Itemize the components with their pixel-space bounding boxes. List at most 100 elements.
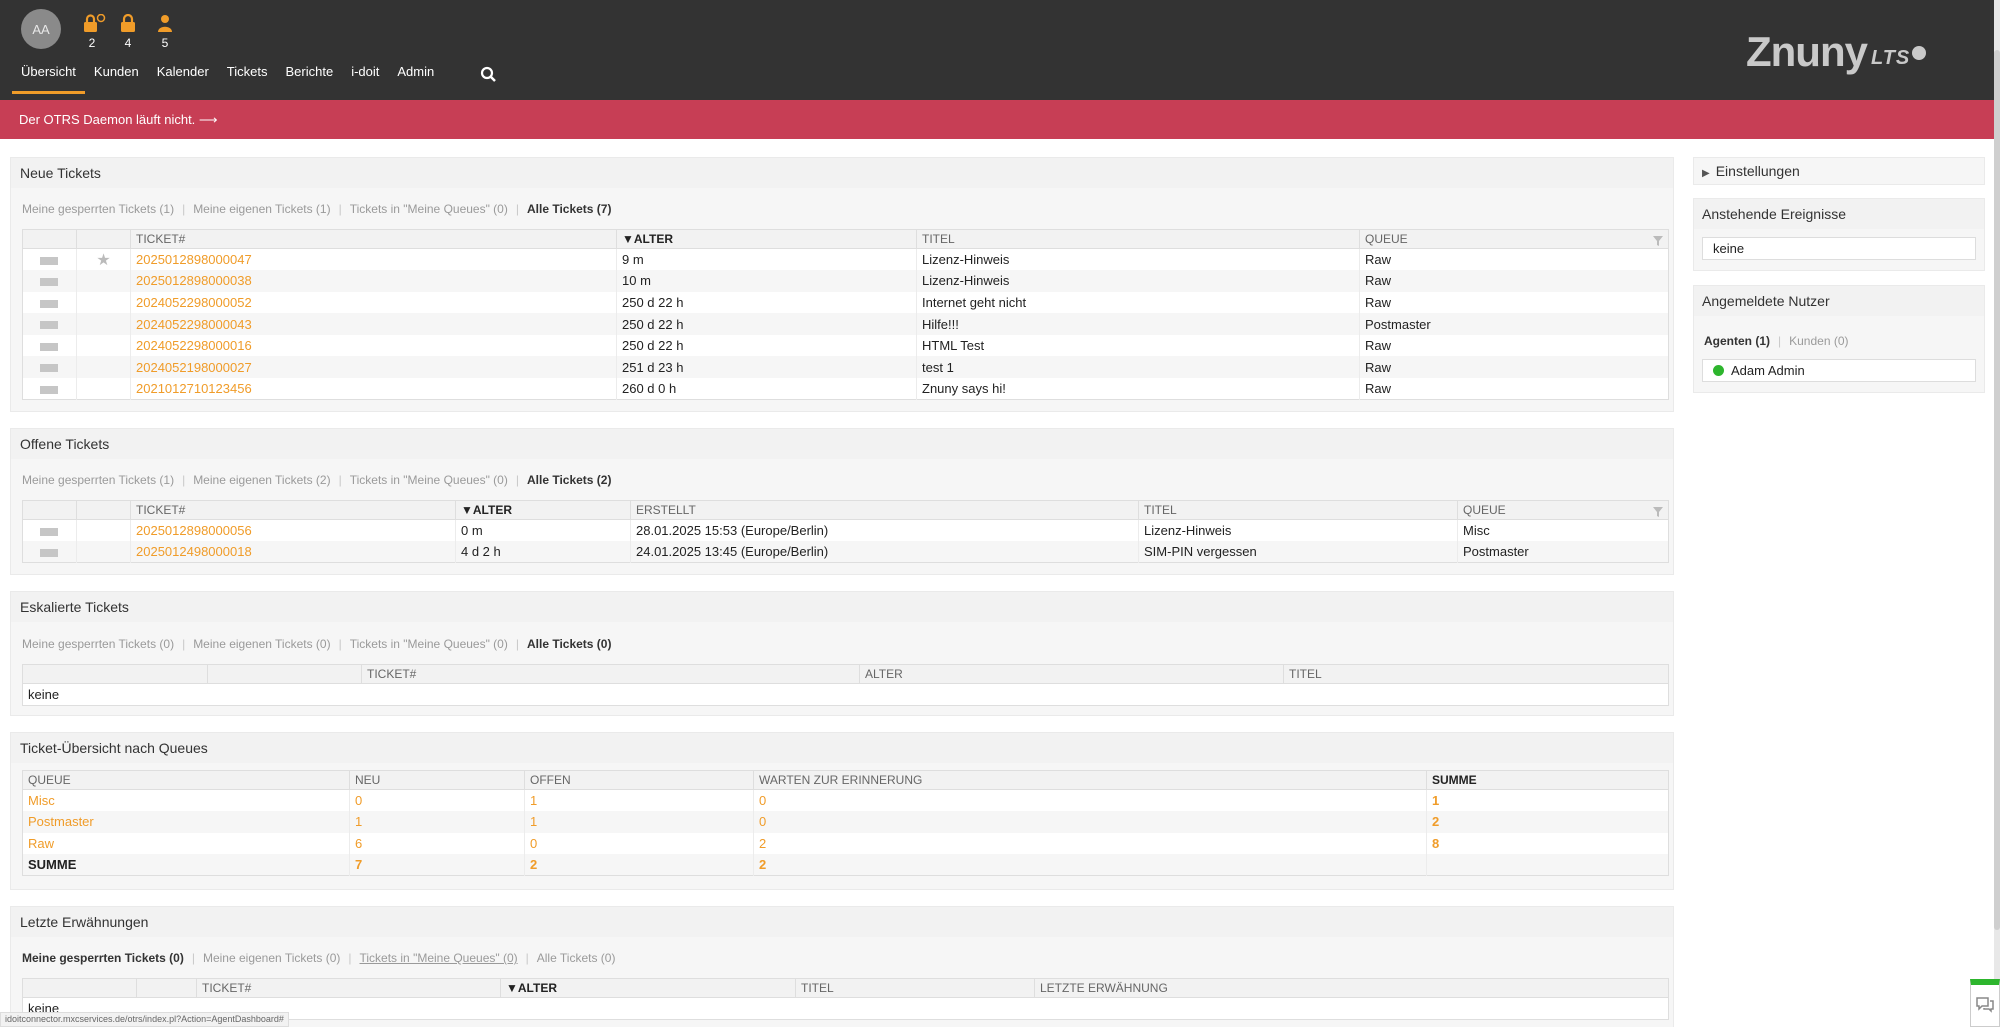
ticket-number-link[interactable]: 2025012498000018 — [130, 541, 456, 563]
table-row[interactable]: 2021012710123456 260 d 0 h Znuny says hi… — [23, 378, 1669, 400]
nav-tickets[interactable]: Tickets — [218, 64, 277, 94]
filter-my-queues[interactable]: Tickets in "Meine Queues" (0) — [350, 202, 508, 216]
locked-tickets-new-button[interactable]: 2 — [82, 14, 106, 50]
filter-icon[interactable] — [1653, 507, 1663, 517]
queue-pending-link[interactable]: 2 — [753, 832, 1427, 855]
col-ticket[interactable]: TICKET# — [361, 664, 860, 684]
online-status-icon — [1713, 365, 1724, 376]
queue-name-link[interactable]: Postmaster — [22, 811, 350, 833]
filter-my-queues[interactable]: Tickets in "Meine Queues" (0) — [360, 951, 518, 965]
queue-sum-link[interactable]: 8 — [1426, 832, 1669, 855]
total-open-link[interactable]: 2 — [524, 854, 754, 876]
col-new[interactable]: NEU — [349, 770, 525, 790]
ticket-number-link[interactable]: 2021012710123456 — [130, 378, 617, 400]
queue-new-link[interactable]: 6 — [349, 832, 525, 855]
col-age[interactable]: ▼ALTER — [616, 229, 917, 249]
filter-my-locked[interactable]: Meine gesperrten Tickets (0) — [22, 637, 174, 651]
queue-sum-link[interactable]: 2 — [1426, 811, 1669, 833]
ticket-number-link[interactable]: 2025012898000047 — [130, 248, 617, 271]
filter-agents[interactable]: Agenten (1) — [1704, 334, 1770, 348]
ticket-number-link[interactable]: 2024052298000043 — [130, 313, 617, 335]
nav-reports[interactable]: Berichte — [277, 64, 343, 94]
filter-my-locked[interactable]: Meine gesperrten Tickets (1) — [22, 473, 174, 487]
total-new-link[interactable]: 7 — [349, 854, 525, 876]
col-pending[interactable]: WARTEN ZUR ERINNERUNG — [753, 770, 1427, 790]
filter-customers[interactable]: Kunden (0) — [1789, 334, 1848, 348]
col-queue[interactable]: QUEUE — [1457, 500, 1669, 520]
col-title[interactable]: TITEL — [795, 978, 1035, 998]
col-open[interactable]: OFFEN — [524, 770, 754, 790]
total-pending-link[interactable]: 2 — [753, 854, 1427, 876]
chat-widget-button[interactable] — [1970, 979, 2000, 1027]
mentions-filters: Meine gesperrten Tickets (0) | Meine eige… — [22, 951, 616, 965]
search-icon[interactable] — [480, 66, 497, 83]
queue-pending-link[interactable]: 0 — [753, 789, 1427, 812]
settings-widget[interactable]: ▶ Einstellungen — [1693, 157, 1985, 185]
queue-new-link[interactable]: 0 — [349, 789, 525, 812]
table-row[interactable]: 2024052298000016 250 d 22 h HTML Test Ra… — [23, 334, 1669, 357]
settings-toggle[interactable]: ▶ Einstellungen — [1694, 158, 1984, 184]
filter-my-owned[interactable]: Meine eigenen Tickets (0) — [203, 951, 340, 965]
table-row[interactable]: 2025012898000038 10 m Lizenz-Hinweis Raw — [22, 270, 1669, 292]
scrollbar-thumb[interactable] — [1994, 50, 2000, 930]
ticket-number-link[interactable]: 2024052298000052 — [130, 291, 617, 314]
filter-all[interactable]: Alle Tickets (0) — [537, 951, 616, 965]
col-ticket[interactable]: TICKET# — [130, 229, 617, 249]
queue-open-link[interactable]: 1 — [524, 789, 754, 812]
col-age[interactable]: ▼ALTER — [455, 500, 631, 520]
col-title[interactable]: TITEL — [916, 229, 1360, 249]
ticket-number-link[interactable]: 2025012898000056 — [130, 519, 456, 542]
filter-all[interactable]: Alle Tickets (2) — [527, 473, 611, 487]
col-title[interactable]: TITEL — [1138, 500, 1458, 520]
col-queue[interactable]: QUEUE — [22, 770, 350, 790]
queue-pending-link[interactable]: 0 — [753, 811, 1427, 833]
user-entry[interactable]: Adam Admin — [1702, 359, 1976, 382]
col-ticket[interactable]: TICKET# — [130, 500, 456, 520]
col-age[interactable]: ALTER — [859, 664, 1284, 684]
user-avatar[interactable]: AA — [21, 9, 61, 49]
col-title[interactable]: TITEL — [1283, 664, 1669, 684]
filter-all[interactable]: Alle Tickets (0) — [527, 637, 611, 651]
queue-new-link[interactable]: 1 — [349, 811, 525, 833]
queue-name-link[interactable]: Raw — [23, 833, 350, 855]
table-row[interactable]: 2024052198000027 251 d 23 h test 1 Raw — [22, 356, 1669, 379]
col-age[interactable]: ▼ALTER — [500, 978, 796, 998]
filter-my-locked[interactable]: Meine gesperrten Tickets (0) — [22, 951, 184, 965]
col-sum[interactable]: SUMME — [1426, 770, 1669, 790]
filter-icon[interactable] — [1653, 236, 1663, 246]
ticket-number-link[interactable]: 2024052198000027 — [130, 356, 617, 379]
filter-my-owned[interactable]: Meine eigenen Tickets (0) — [193, 637, 330, 651]
table-row[interactable]: 2025012498000018 4 d 2 h 24.01.2025 13:4… — [22, 541, 1669, 563]
table-row[interactable]: ★ 2025012898000047 9 m Lizenz-Hinweis Ra… — [23, 248, 1669, 271]
filter-my-queues[interactable]: Tickets in "Meine Queues" (0) — [350, 473, 508, 487]
filter-my-locked[interactable]: Meine gesperrten Tickets (1) — [22, 202, 174, 216]
table-row[interactable]: 2024052298000052 250 d 22 h Internet geh… — [23, 291, 1669, 314]
col-queue[interactable]: QUEUE — [1359, 229, 1669, 249]
ticket-number-link[interactable]: 2024052298000016 — [130, 334, 617, 357]
table-row[interactable]: 2024052298000043 250 d 22 h Hilfe!!! Pos… — [22, 313, 1669, 335]
nav-calendar[interactable]: Kalender — [148, 64, 218, 94]
col-created[interactable]: ERSTELLT — [630, 500, 1139, 520]
nav-overview[interactable]: Übersicht — [12, 64, 85, 94]
star-icon[interactable]: ★ — [82, 250, 125, 270]
page-scrollbar[interactable] — [1994, 0, 2000, 1027]
daemon-alert-text[interactable]: Der OTRS Daemon läuft nicht. ⟶ — [19, 112, 218, 127]
locked-tickets-button[interactable]: 4 — [118, 14, 138, 50]
nav-customers[interactable]: Kunden — [85, 64, 148, 94]
queue-name-link[interactable]: Misc — [23, 790, 350, 812]
daemon-alert-bar[interactable]: Der OTRS Daemon läuft nicht. ⟶ — [0, 100, 1994, 139]
filter-all[interactable]: Alle Tickets (7) — [527, 202, 611, 216]
queue-sum-link[interactable]: 1 — [1426, 789, 1669, 812]
queue-open-link[interactable]: 1 — [524, 811, 754, 833]
col-ticket[interactable]: TICKET# — [196, 978, 501, 998]
nav-admin[interactable]: Admin — [388, 64, 443, 94]
filter-my-owned[interactable]: Meine eigenen Tickets (1) — [193, 202, 330, 216]
filter-my-owned[interactable]: Meine eigenen Tickets (2) — [193, 473, 330, 487]
responsible-tickets-button[interactable]: 5 — [155, 14, 175, 50]
filter-my-queues[interactable]: Tickets in "Meine Queues" (0) — [350, 637, 508, 651]
queue-open-link[interactable]: 0 — [524, 832, 754, 855]
nav-idoit[interactable]: i-doit — [342, 64, 388, 94]
ticket-number-link[interactable]: 2025012898000038 — [130, 270, 617, 292]
col-last-mention[interactable]: LETZTE ERWÄHNUNG — [1034, 978, 1669, 998]
table-row[interactable]: 2025012898000056 0 m 28.01.2025 15:53 (E… — [23, 519, 1669, 542]
